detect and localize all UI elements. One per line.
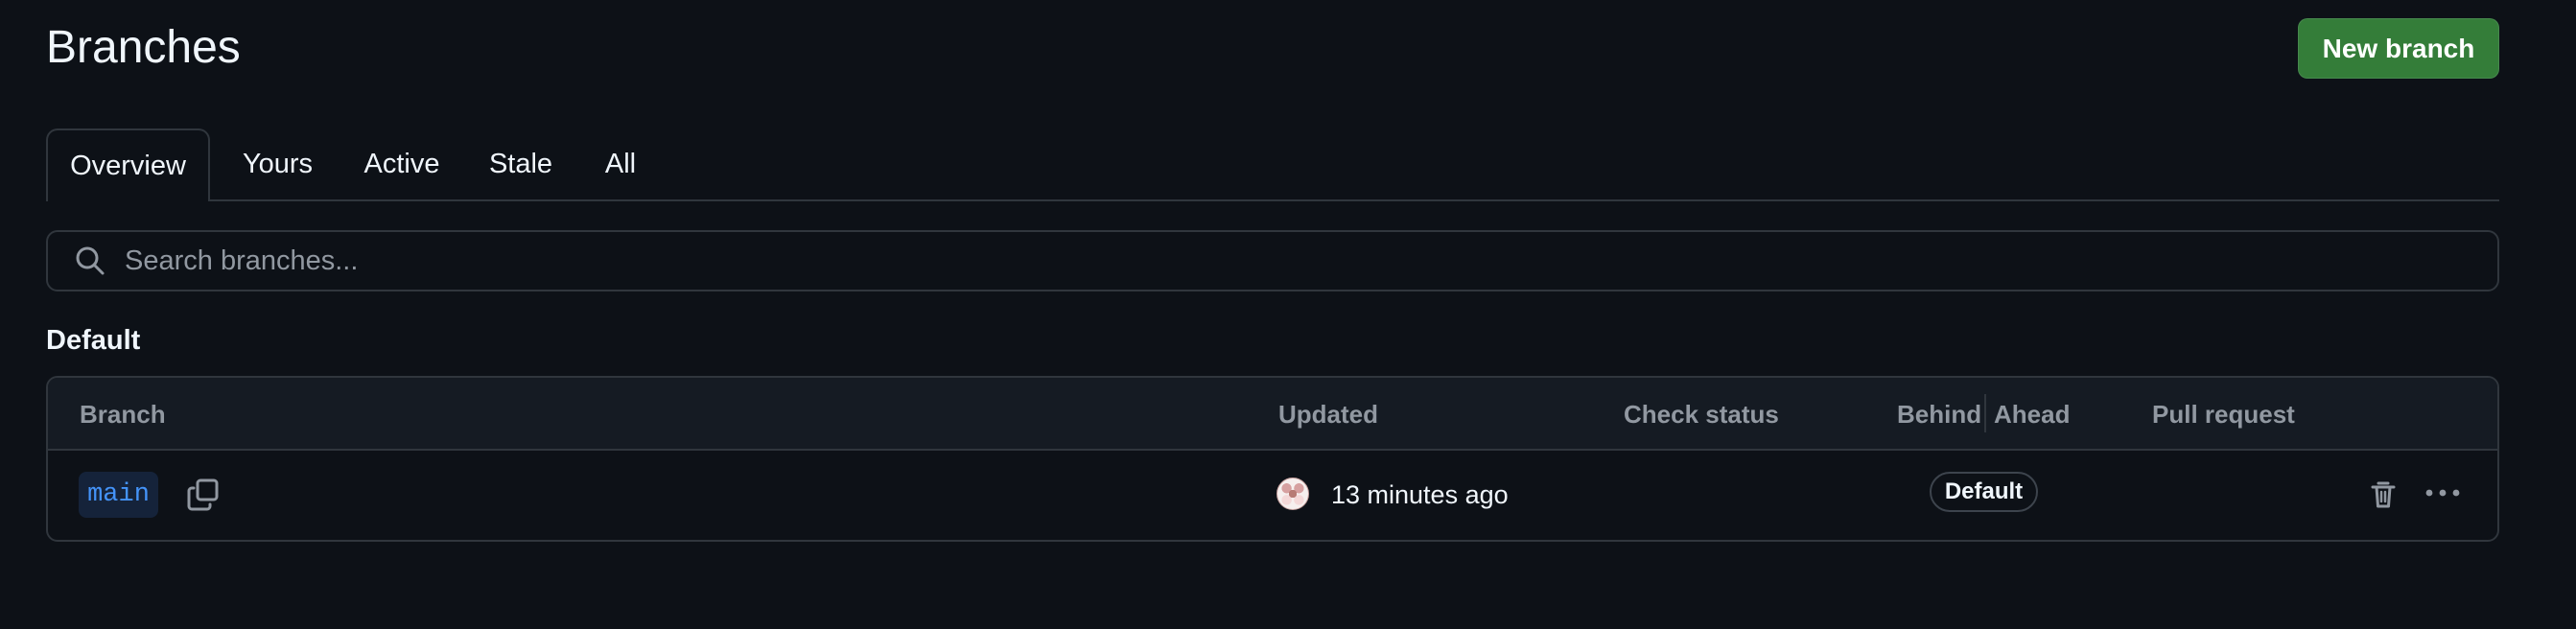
- column-header-updated: Updated: [1278, 400, 1378, 429]
- tab-yours[interactable]: Yours: [236, 128, 319, 199]
- search-branches-box[interactable]: [46, 230, 2499, 291]
- table-header: Branch Updated Check status Behind Ahead…: [48, 378, 2497, 451]
- page-title: Branches: [46, 22, 241, 73]
- branch-link-main[interactable]: main: [79, 472, 158, 518]
- column-header-check-status: Check status: [1624, 400, 1779, 429]
- user-avatar[interactable]: [1276, 478, 1309, 510]
- search-icon: [74, 245, 106, 277]
- table-row: main 13 minutes ago Default: [48, 451, 2497, 540]
- new-branch-button[interactable]: New branch: [2298, 18, 2499, 79]
- tab-all[interactable]: All: [594, 128, 647, 199]
- copy-icon[interactable]: [187, 477, 222, 512]
- column-header-branch: Branch: [80, 400, 166, 429]
- column-header-behind: Behind: [1897, 400, 1982, 429]
- column-header-ahead: Ahead: [1994, 400, 2071, 429]
- tab-stale[interactable]: Stale: [482, 128, 559, 199]
- branch-filter-tabs: Overview Yours Active Stale All: [46, 128, 2499, 201]
- page-header: Branches New branch: [46, 17, 2499, 84]
- branches-page: Branches New branch Overview Yours Activ…: [0, 0, 2576, 629]
- default-branch-badge: Default: [1930, 472, 2038, 512]
- default-section-title: Default: [46, 325, 141, 356]
- trash-icon[interactable]: [2367, 478, 2400, 510]
- search-input[interactable]: [123, 244, 2497, 278]
- tab-overview[interactable]: Overview: [46, 128, 210, 201]
- column-header-pull-request: Pull request: [2152, 400, 2295, 429]
- tab-active[interactable]: Active: [354, 128, 450, 199]
- more-horizontal-icon[interactable]: [2424, 477, 2462, 509]
- updated-time: 13 minutes ago: [1331, 480, 1509, 509]
- default-branches-table: Branch Updated Check status Behind Ahead…: [46, 376, 2499, 542]
- behind-ahead-divider: [1984, 394, 1986, 432]
